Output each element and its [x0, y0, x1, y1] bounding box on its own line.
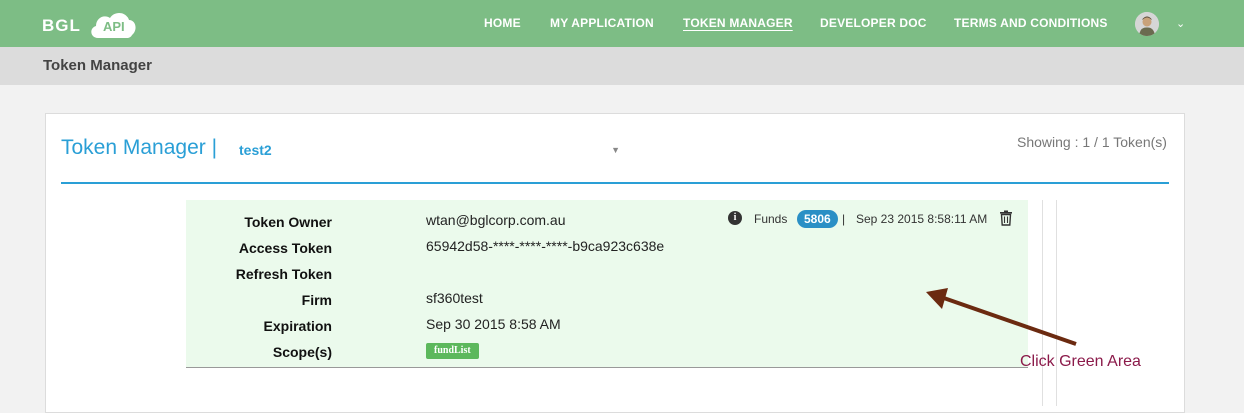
annotation-text: Click Green Area — [1020, 353, 1141, 370]
annotation-arrow — [926, 288, 1077, 346]
